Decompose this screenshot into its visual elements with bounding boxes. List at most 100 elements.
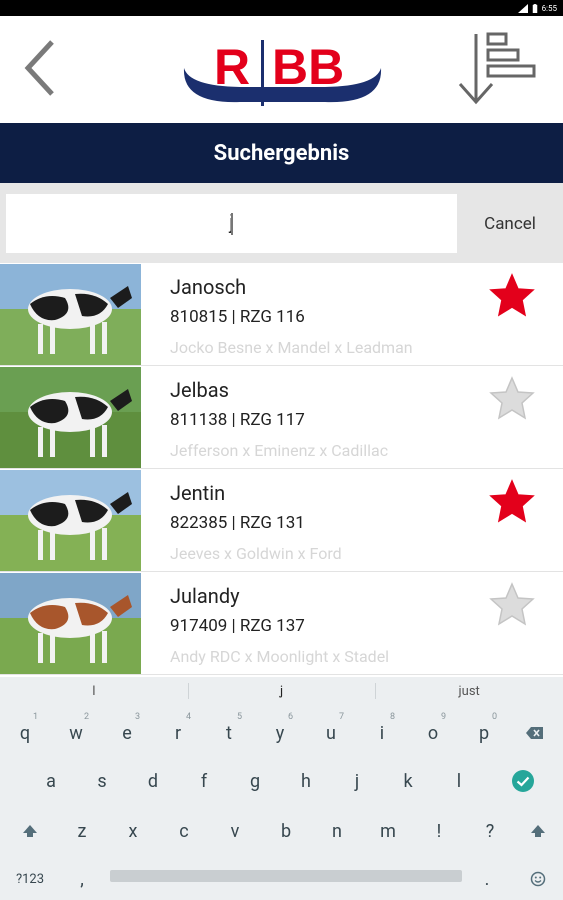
bull-pedigree: Jeeves x Goldwin x Ford [170, 544, 342, 563]
favorite-toggle[interactable] [489, 376, 535, 420]
key-u[interactable]: u7 [306, 708, 356, 758]
key-m[interactable]: m [363, 806, 413, 856]
key-t[interactable]: t5 [204, 708, 254, 758]
key-e[interactable]: e3 [102, 708, 152, 758]
key-hint: 7 [338, 712, 344, 722]
cow-photo [0, 470, 141, 571]
keyboard-row-1: q1w2e3r4t5y6u7i8o9p0 [0, 708, 563, 758]
soft-keyboard: I j just q1w2e3r4t5y6u7i8o9p0 asdfghjkl … [0, 677, 563, 900]
symbols-key[interactable]: ?123 [5, 854, 55, 900]
bull-id-rzg: 810815 | RZG 116 [170, 307, 305, 327]
signal-icon [517, 3, 528, 13]
checkmark-icon [512, 770, 534, 792]
search-bar: Cancel [0, 183, 563, 263]
suggestion-item[interactable]: j [187, 677, 376, 705]
list-item[interactable]: Janosch 810815 | RZG 116 Jocko Besne x M… [0, 263, 563, 366]
key-n[interactable]: n [312, 806, 362, 856]
key-v[interactable]: v [210, 806, 260, 856]
key-b[interactable]: b [261, 806, 311, 856]
back-chevron-icon [24, 40, 54, 96]
comma-key[interactable]: , [57, 854, 107, 900]
shift-key-right[interactable] [513, 806, 563, 856]
key-d[interactable]: d [128, 756, 178, 806]
bull-pedigree: Jocko Besne x Mandel x Leadman [170, 338, 413, 357]
keyboard-row-4: ?123 , . [0, 854, 563, 900]
list-item[interactable]: Jentin 822385 | RZG 131 Jeeves x Goldwin… [0, 469, 563, 572]
star-outline-icon [489, 376, 535, 420]
key-j[interactable]: j [332, 756, 382, 806]
key-a[interactable]: a [26, 756, 76, 806]
list-item[interactable]: Julandy 917409 | RZG 137 Andy RDC x Moon… [0, 572, 563, 675]
cow-photo [0, 573, 141, 674]
enter-key[interactable] [498, 756, 548, 806]
key-r[interactable]: r4 [153, 708, 203, 758]
star-filled-icon [489, 273, 535, 317]
key-hint: 5 [236, 712, 242, 722]
star-outline-icon [489, 582, 535, 626]
key-o[interactable]: o9 [408, 708, 458, 758]
key-z[interactable]: z [57, 806, 107, 856]
key-hint: 9 [440, 712, 446, 722]
text-cursor [231, 213, 233, 235]
suggestion-item[interactable]: just [375, 677, 563, 705]
battery-icon [532, 3, 537, 13]
list-item[interactable]: Jelbas 811138 | RZG 117 Jefferson x Emin… [0, 366, 563, 469]
period-key[interactable]: . [462, 854, 512, 900]
key-p[interactable]: p0 [459, 708, 509, 758]
key-k[interactable]: k [383, 756, 433, 806]
rbb-logo: R BB [180, 38, 385, 108]
key-w[interactable]: w2 [51, 708, 101, 758]
key-s[interactable]: s [77, 756, 127, 806]
favorite-toggle[interactable] [489, 273, 535, 317]
results-list: Janosch 810815 | RZG 116 Jocko Besne x M… [0, 263, 563, 675]
bull-pedigree: Jefferson x Eminenz x Cadillac [170, 441, 389, 460]
emoji-icon [530, 871, 546, 887]
back-button[interactable] [18, 38, 62, 98]
key-hint: 4 [185, 712, 191, 722]
bull-name: Janosch [170, 275, 247, 299]
key-hint: 2 [83, 712, 89, 722]
shift-key[interactable] [5, 806, 55, 856]
bull-id-rzg: 917409 | RZG 137 [170, 616, 305, 636]
key-l[interactable]: l [434, 756, 484, 806]
key-c[interactable]: c [159, 806, 209, 856]
key-hint: 1 [32, 712, 38, 722]
sort-descending-icon [458, 32, 536, 105]
bull-name: Julandy [170, 584, 240, 608]
bull-pedigree: Andy RDC x Moonlight x Stadel [170, 647, 390, 666]
page-title: Suchergebnis [0, 123, 563, 183]
cancel-button[interactable]: Cancel [457, 194, 563, 253]
star-filled-icon [489, 479, 535, 523]
key-q[interactable]: q1 [0, 708, 50, 758]
key-hint: 8 [389, 712, 395, 722]
cow-photo [0, 264, 141, 365]
bull-id-rzg: 822385 | RZG 131 [170, 513, 305, 533]
suggestion-item[interactable]: I [0, 677, 188, 705]
bull-id-rzg: 811138 | RZG 117 [170, 410, 305, 430]
space-key[interactable] [110, 870, 462, 882]
key-x[interactable]: x [108, 806, 158, 856]
key-f[interactable]: f [179, 756, 229, 806]
keyboard-row-2: asdfghjkl [0, 756, 563, 806]
key-h[interactable]: h [281, 756, 331, 806]
shift-icon [531, 825, 545, 837]
suggestion-strip: I j just [0, 677, 563, 705]
backspace-key[interactable] [510, 708, 560, 758]
app-header: R BB [0, 16, 563, 123]
favorite-toggle[interactable] [489, 479, 535, 523]
key-i[interactable]: i8 [357, 708, 407, 758]
key-question[interactable]: ? [465, 806, 515, 856]
key-y[interactable]: y6 [255, 708, 305, 758]
bull-name: Jentin [170, 481, 226, 505]
emoji-key[interactable] [513, 854, 563, 900]
status-time: 6:55 [541, 3, 557, 13]
key-exclamation[interactable]: ! [414, 806, 464, 856]
shift-icon [23, 825, 37, 837]
sort-button[interactable] [456, 30, 540, 108]
backspace-icon [526, 727, 543, 739]
key-hint: 6 [287, 712, 293, 722]
keyboard-row-3: z x c v b n m!? [0, 806, 563, 856]
bull-name: Jelbas [170, 378, 229, 402]
favorite-toggle[interactable] [489, 582, 535, 626]
key-g[interactable]: g [230, 756, 280, 806]
